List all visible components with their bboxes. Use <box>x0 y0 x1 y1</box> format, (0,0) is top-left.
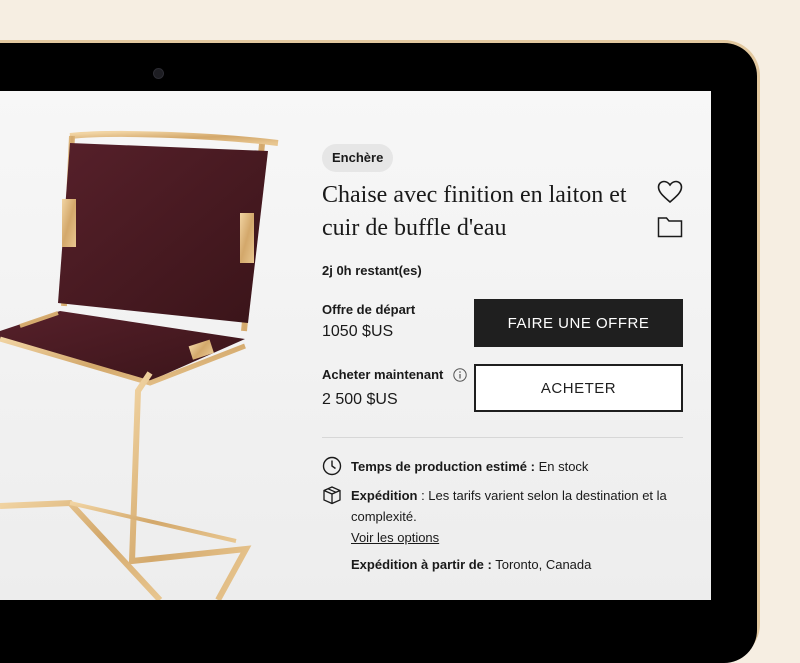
production-time-row: Temps de production estimé : En stock <box>322 456 681 477</box>
buy-now: Acheter maintenant 2 500 $US <box>322 367 467 409</box>
clock-icon <box>322 456 342 476</box>
starting-offer: Offre de départ 1050 $US <box>322 302 415 341</box>
production-time-value: En stock <box>538 459 589 474</box>
product-title: Chaise avec finition en laiton et cuir d… <box>322 182 627 241</box>
info-icon[interactable] <box>453 368 467 385</box>
make-offer-button[interactable]: FAIRE UNE OFFRE <box>474 299 683 347</box>
ships-from-row: Expédition à partir de : Toronto, Canada <box>322 554 681 575</box>
starting-offer-label: Offre de départ <box>322 302 416 317</box>
shipping-row: Expédition : Les tarifs varient selon la… <box>322 485 681 548</box>
product-page: Enchère Chaise avec finition en laiton e… <box>0 91 711 600</box>
time-remaining: 2j 0h restant(es) <box>322 263 422 278</box>
auction-badge: Enchère <box>322 144 394 172</box>
buy-now-label: Acheter maintenant <box>322 367 444 382</box>
folder-icon <box>657 217 683 238</box>
shipping-options-link[interactable]: Voir les options <box>351 530 439 545</box>
product-image-chair <box>0 130 279 600</box>
box-icon <box>323 486 341 505</box>
ships-from-label: Expédition à partir de : <box>351 557 492 572</box>
shipping-label: Expédition <box>351 488 418 503</box>
buy-now-price: 2 500 $US <box>322 391 398 408</box>
divider <box>322 437 683 438</box>
starting-offer-price: 1050 $US <box>322 323 394 340</box>
buy-button[interactable]: ACHETER <box>474 364 683 412</box>
heart-icon <box>657 180 683 204</box>
camera-icon <box>153 68 164 79</box>
production-time-label: Temps de production estimé : <box>351 459 535 474</box>
ships-from-value: Toronto, Canada <box>495 557 592 572</box>
save-to-folder-button[interactable] <box>657 216 683 243</box>
favorite-button[interactable] <box>657 180 683 209</box>
